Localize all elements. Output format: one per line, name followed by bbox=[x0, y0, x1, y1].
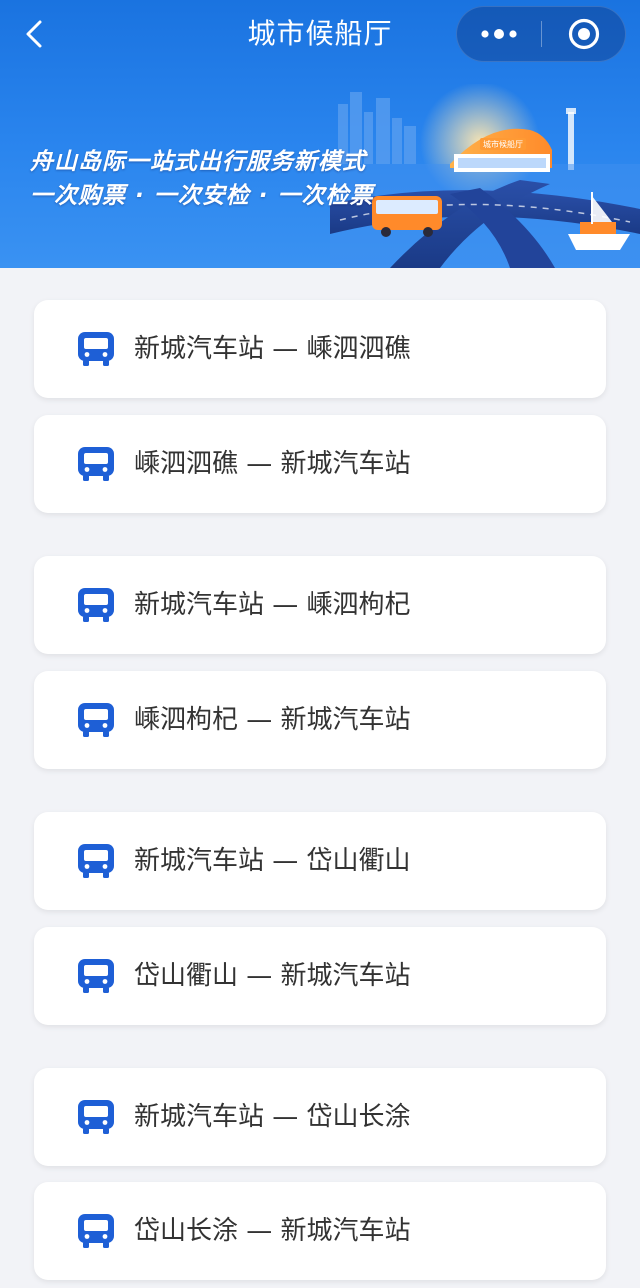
header: 城市候船厅 城市候船厅 舟山岛际一站式出行服务新模式 一次购票 · 一次安检 ·… bbox=[0, 0, 640, 268]
terminal-sign: 城市候船厅 bbox=[483, 139, 523, 149]
route-item[interactable]: 岱山衢山 — 新城汽车站 bbox=[34, 927, 606, 1025]
mini-program-capsule bbox=[456, 6, 626, 62]
route-label: 岱山衢山 — 新城汽车站 bbox=[134, 961, 411, 991]
nav-bar: 城市候船厅 bbox=[0, 0, 640, 68]
bus-icon bbox=[78, 1214, 114, 1248]
route-label: 岱山长涂 — 新城汽车站 bbox=[134, 1216, 411, 1246]
bus-icon bbox=[78, 332, 114, 366]
banner-headline: 舟山岛际一站式出行服务新模式 bbox=[30, 149, 366, 175]
route-label: 嵊泗泗礁 — 新城汽车站 bbox=[134, 449, 411, 479]
route-item[interactable]: 岱山长涂 — 新城汽车站 bbox=[34, 1182, 606, 1280]
route-item[interactable]: 嵊泗枸杞 — 新城汽车站 bbox=[34, 671, 606, 769]
route-label: 嵊泗枸杞 — 新城汽车站 bbox=[134, 705, 411, 735]
route-label: 新城汽车站 — 嵊泗泗礁 bbox=[134, 334, 411, 364]
bus-icon bbox=[78, 1100, 114, 1134]
bus-icon bbox=[78, 703, 114, 737]
route-item[interactable]: 新城汽车站 — 嵊泗枸杞 bbox=[34, 556, 606, 654]
bus-icon bbox=[78, 588, 114, 622]
close-button[interactable] bbox=[542, 7, 626, 61]
route-label: 新城汽车站 — 嵊泗枸杞 bbox=[134, 590, 411, 620]
route-item[interactable]: 嵊泗泗礁 — 新城汽车站 bbox=[34, 415, 606, 513]
route-item[interactable]: 新城汽车站 — 嵊泗泗礁 bbox=[34, 300, 606, 398]
route-item[interactable]: 新城汽车站 — 岱山衢山 bbox=[34, 812, 606, 910]
banner-subline: 一次购票 · 一次安检 · 一次检票 bbox=[30, 183, 374, 209]
bus-icon bbox=[78, 447, 114, 481]
promo-banner[interactable]: 城市候船厅 舟山岛际一站式出行服务新模式 一次购票 · 一次安检 · 一次检票 bbox=[0, 84, 640, 268]
target-close-icon bbox=[568, 18, 600, 50]
route-label: 新城汽车站 — 岱山衢山 bbox=[134, 846, 411, 876]
more-dots-icon bbox=[481, 29, 517, 39]
route-label: 新城汽车站 — 岱山长涂 bbox=[134, 1102, 411, 1132]
more-button[interactable] bbox=[457, 7, 541, 61]
bus-icon bbox=[78, 959, 114, 993]
route-item[interactable]: 新城汽车站 — 岱山长涂 bbox=[34, 1068, 606, 1166]
bus-icon bbox=[78, 844, 114, 878]
terminal-illustration: 城市候船厅 bbox=[330, 84, 640, 268]
